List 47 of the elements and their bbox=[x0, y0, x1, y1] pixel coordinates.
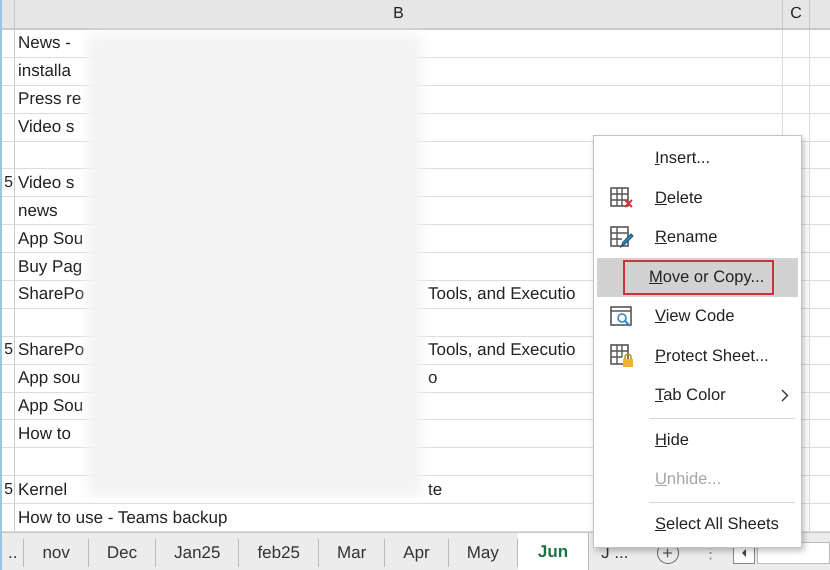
left-arrow-icon bbox=[740, 548, 748, 558]
cell-text: Kernel bbox=[18, 480, 68, 499]
menu-item[interactable]: Hide bbox=[649, 422, 695, 458]
sheet-tab[interactable]: feb25 bbox=[239, 539, 319, 567]
row-number: 5 bbox=[4, 341, 13, 360]
cell-text: Tools, and Executio bbox=[428, 284, 576, 304]
cell-text: Tools, and Executio bbox=[428, 340, 576, 360]
sheet-tab[interactable]: Mar bbox=[318, 539, 386, 567]
row-number: 5 bbox=[4, 174, 13, 192]
sheet-tab[interactable]: Apr bbox=[385, 539, 449, 567]
cell-text: Buy Pag bbox=[18, 256, 82, 276]
row-number: 5 bbox=[4, 480, 13, 499]
menu-item[interactable]: Delete bbox=[649, 180, 709, 216]
cell-text: news bbox=[18, 200, 58, 220]
sheet-tab[interactable]: Jan25 bbox=[156, 539, 240, 567]
menu-item[interactable]: Rename bbox=[649, 220, 724, 256]
cell-text: How to use - Teams backup bbox=[18, 508, 228, 527]
menu-item[interactable]: Insert... bbox=[649, 141, 716, 176]
column-header[interactable]: B bbox=[15, 0, 783, 28]
menu-item[interactable]: Protect Sheet... bbox=[649, 338, 775, 374]
sheet-tab[interactable]: Jun bbox=[518, 533, 590, 570]
sheet-tab[interactable]: nov bbox=[24, 539, 89, 567]
rename-sheet-icon bbox=[610, 226, 634, 250]
cell-text: App Sou bbox=[18, 228, 84, 248]
sheet-tab[interactable]: .. bbox=[2, 539, 24, 567]
cell-text: Press re bbox=[18, 89, 82, 108]
cell-text: Video s bbox=[18, 117, 74, 136]
cell-text: installa bbox=[18, 61, 71, 80]
menu-item[interactable]: Tab Color bbox=[649, 378, 732, 414]
column-header[interactable]: C bbox=[783, 0, 810, 28]
sheet-tab[interactable]: Dec bbox=[88, 539, 156, 567]
delete-sheet-icon bbox=[610, 187, 634, 210]
cell-text: App sou bbox=[18, 368, 80, 388]
cell-text: te bbox=[428, 480, 442, 500]
cell-text: SharePo bbox=[18, 340, 84, 360]
menu-item[interactable]: View Code bbox=[649, 299, 741, 334]
menu-item[interactable]: Move or Copy... bbox=[623, 260, 774, 295]
menu-item[interactable]: Select All Sheets bbox=[649, 506, 785, 542]
submenu-chevron-icon bbox=[781, 389, 789, 402]
cell-text: App Sou bbox=[18, 396, 84, 416]
cell-text: o bbox=[428, 368, 438, 388]
protect-sheet-icon bbox=[610, 344, 634, 368]
view-code-icon bbox=[610, 306, 634, 328]
cell-text: News - bbox=[18, 33, 71, 52]
cell-text: SharePo bbox=[18, 284, 84, 304]
cell-text: Video s bbox=[18, 172, 74, 192]
cell-text: How to bbox=[18, 424, 71, 443]
